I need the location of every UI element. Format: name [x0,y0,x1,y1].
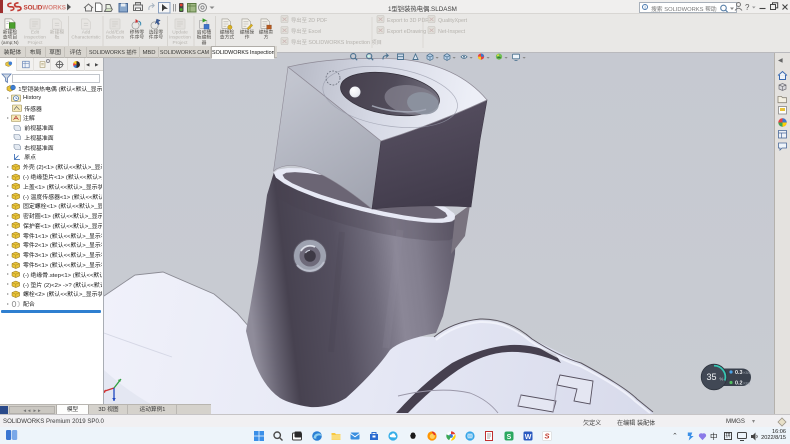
svg-text:编辑卖: 编辑卖 [259,28,274,35]
svg-text:Edit: Edit [31,29,40,35]
svg-text:查项目: 查项目 [3,34,17,41]
svg-text:作: 作 [245,34,250,41]
svg-text:导出至 Excel: 导出至 Excel [291,27,321,35]
svg-text:KB/s: KB/s [744,381,751,385]
svg-text:查方式: 查方式 [220,34,235,41]
svg-text:Inspection: Inspection [24,35,46,41]
svg-text:Balloons: Balloons [106,35,125,41]
svg-text:SOLIDWORKS: SOLIDWORKS [24,5,66,12]
svg-text:35: 35 [706,372,716,382]
svg-text:QualityXpert: QualityXpert [438,18,468,24]
svg-text:Project: Project [28,40,44,46]
svg-text:板: 板 [55,34,60,41]
svg-text:板编辑: 板编辑 [197,34,212,41]
svg-text:编辑检: 编辑检 [220,28,235,35]
svg-text:移转零: 移转零 [130,28,145,35]
svg-text:S: S [506,433,511,440]
svg-text:器: 器 [202,40,207,46]
svg-text:编辑操: 编辑操 [240,28,255,35]
svg-text:S: S [544,431,549,440]
svg-text:导出至 2D PDF: 导出至 2D PDF [291,16,328,24]
svg-text:Project: Project [173,40,189,46]
svg-text:Inspection: Inspection [169,35,191,41]
svg-text:?: ? [745,3,750,12]
svg-text:Characteristic: Characteristic [71,35,101,41]
svg-text:件序号: 件序号 [130,34,145,41]
svg-text:Update: Update [172,29,188,35]
svg-text:新建检: 新建检 [3,28,18,35]
svg-text:Add: Add [82,29,91,35]
svg-text:(amp;N): (amp;N) [1,40,19,46]
svg-text:新建模: 新建模 [50,28,65,35]
svg-text:KB/s: KB/s [744,371,751,375]
svg-text:启动槽: 启动槽 [197,28,212,35]
svg-text:Net-Inspect: Net-Inspect [438,29,466,35]
svg-text:Add/Edit: Add/Edit [106,29,125,35]
svg-text:导出至 SOLIDWORKS Inspection 项目: 导出至 SOLIDWORKS Inspection 项目 [291,38,382,46]
svg-text:件序号: 件序号 [149,34,164,41]
svg-text:0.3: 0.3 [735,370,743,376]
svg-text:%: % [720,377,724,382]
svg-text:W: W [524,433,531,440]
svg-text:选择零: 选择零 [149,28,164,35]
svg-text:0.2: 0.2 [735,381,743,387]
svg-text:Export eDrawing: Export eDrawing [387,29,426,35]
svg-text:方: 方 [264,34,269,41]
